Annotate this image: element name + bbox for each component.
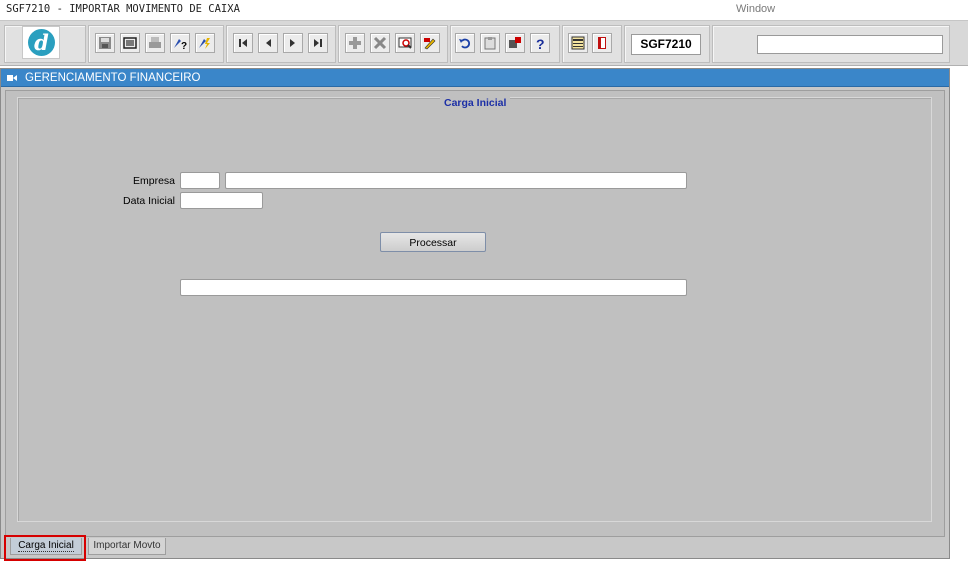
- last-record-button[interactable]: [308, 33, 328, 53]
- title-bar: SGF7210 - IMPORTAR MOVIMENTO DE CAIXA Wi…: [0, 0, 968, 20]
- execute-query-icon: [199, 38, 210, 49]
- data-inicial-label: Data Inicial: [123, 195, 175, 207]
- main-window: GERENCIAMENTO FINANCEIRO Carga Inicial E…: [0, 68, 950, 559]
- tab-importar-movto[interactable]: Importar Movto: [88, 538, 166, 555]
- edit-icon: [424, 38, 436, 50]
- previous-record-button[interactable]: [258, 33, 278, 53]
- exit-button[interactable]: [592, 33, 612, 53]
- first-record-button[interactable]: [233, 33, 253, 53]
- toolbar-search-input[interactable]: [757, 35, 943, 54]
- next-record-icon: [290, 39, 295, 47]
- edit-button[interactable]: [420, 33, 440, 53]
- lov-button[interactable]: [395, 33, 415, 53]
- data-inicial-input[interactable]: [180, 192, 263, 209]
- undo-button[interactable]: [455, 33, 475, 53]
- help-button[interactable]: ?: [530, 33, 550, 53]
- help-icon: ?: [536, 36, 545, 50]
- save-icon: [99, 37, 111, 49]
- window-icon: [123, 37, 137, 49]
- query-help-icon: ?: [174, 39, 187, 50]
- window-title: SGF7210 - IMPORTAR MOVIMENTO DE CAIXA: [6, 3, 240, 15]
- toolbar: d ? ? SGF7210: [0, 20, 968, 66]
- insert-record-icon: [349, 37, 361, 49]
- svg-text:?: ?: [181, 41, 187, 50]
- print-icon: [149, 37, 161, 48]
- empresa-name-input[interactable]: [225, 172, 687, 189]
- menu-button[interactable]: [568, 33, 588, 53]
- previous-record-icon: [266, 39, 271, 47]
- tab-importar-movto-label: Importar Movto: [93, 540, 161, 551]
- execute-query-button[interactable]: [195, 33, 215, 53]
- app-logo-d-icon: d: [28, 29, 55, 56]
- menu-icon: [571, 36, 585, 50]
- insert-record-button[interactable]: [345, 33, 365, 53]
- window-menu[interactable]: Window: [736, 3, 775, 15]
- tab-bar: Carga Inicial Importar Movto: [1, 538, 949, 560]
- first-record-icon: [239, 39, 247, 47]
- lov-icon: [398, 37, 412, 49]
- last-record-icon: [314, 39, 322, 47]
- form-code: SGF7210: [631, 34, 701, 55]
- status-field: [180, 279, 687, 296]
- exit-icon: [598, 37, 606, 49]
- delete-record-button[interactable]: [370, 33, 390, 53]
- save-button[interactable]: [95, 33, 115, 53]
- next-record-button[interactable]: [283, 33, 303, 53]
- app-logo: d: [22, 26, 60, 59]
- clipboard-icon: [484, 37, 496, 50]
- delete-record-icon: [373, 36, 387, 50]
- section-title: Carga Inicial: [440, 97, 511, 109]
- panel-title: GERENCIAMENTO FINANCEIRO: [25, 72, 201, 84]
- empresa-code-input[interactable]: [180, 172, 220, 189]
- print-button[interactable]: [145, 33, 165, 53]
- window-titlebar: GERENCIAMENTO FINANCEIRO: [1, 69, 949, 87]
- clipboard-button[interactable]: [480, 33, 500, 53]
- section-frame: Carga Inicial: [17, 97, 932, 522]
- window-control-icon[interactable]: [7, 74, 17, 82]
- form-canvas: Carga Inicial Empresa Data Inicial Proce…: [5, 90, 945, 537]
- tools-button[interactable]: [505, 33, 525, 53]
- svg-text:?: ?: [536, 36, 545, 50]
- active-tab-highlight: [4, 535, 86, 561]
- empresa-label: Empresa: [132, 175, 175, 187]
- tools-icon: [509, 37, 521, 48]
- processar-button[interactable]: Processar: [380, 232, 486, 252]
- query-help-button[interactable]: ?: [170, 33, 190, 53]
- window-button[interactable]: [120, 33, 140, 53]
- undo-icon: [459, 38, 471, 49]
